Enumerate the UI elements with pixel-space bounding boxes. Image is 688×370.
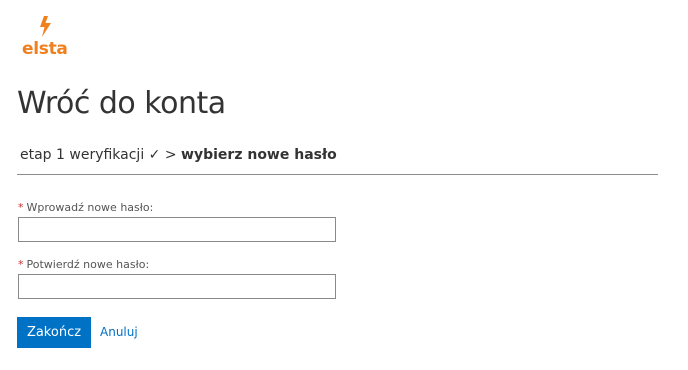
lightning-bolt-icon bbox=[40, 16, 51, 37]
confirm-password-label-text: Potwierdź nowe hasło: bbox=[26, 258, 150, 271]
confirm-password-label: * Potwierdź nowe hasło: bbox=[18, 258, 149, 271]
current-step-label: wybierz nowe hasło bbox=[181, 147, 337, 163]
required-marker: * bbox=[18, 258, 24, 271]
password-reset-page: elsta Wróć do konta etap 1 weryfikacji ✓… bbox=[0, 0, 688, 370]
divider bbox=[17, 174, 658, 175]
finish-button[interactable]: Zakończ bbox=[17, 317, 91, 348]
new-password-input[interactable] bbox=[18, 217, 336, 242]
new-password-label-text: Wprowadź nowe hasło: bbox=[26, 201, 154, 214]
new-password-label: * Wprowadź nowe hasło: bbox=[18, 201, 153, 214]
step-1-label: etap 1 weryfikacji bbox=[20, 147, 145, 163]
brand-logo: elsta bbox=[22, 16, 72, 62]
required-marker: * bbox=[18, 201, 24, 214]
confirm-password-input[interactable] bbox=[18, 274, 336, 299]
brand-name: elsta bbox=[22, 39, 68, 59]
breadcrumb-separator: > bbox=[164, 147, 177, 163]
breadcrumb: etap 1 weryfikacji ✓ > wybierz nowe hasł… bbox=[20, 147, 337, 163]
checkmark-icon: ✓ bbox=[148, 147, 161, 163]
cancel-link[interactable]: Anuluj bbox=[100, 325, 138, 339]
page-title: Wróć do konta bbox=[17, 86, 226, 121]
